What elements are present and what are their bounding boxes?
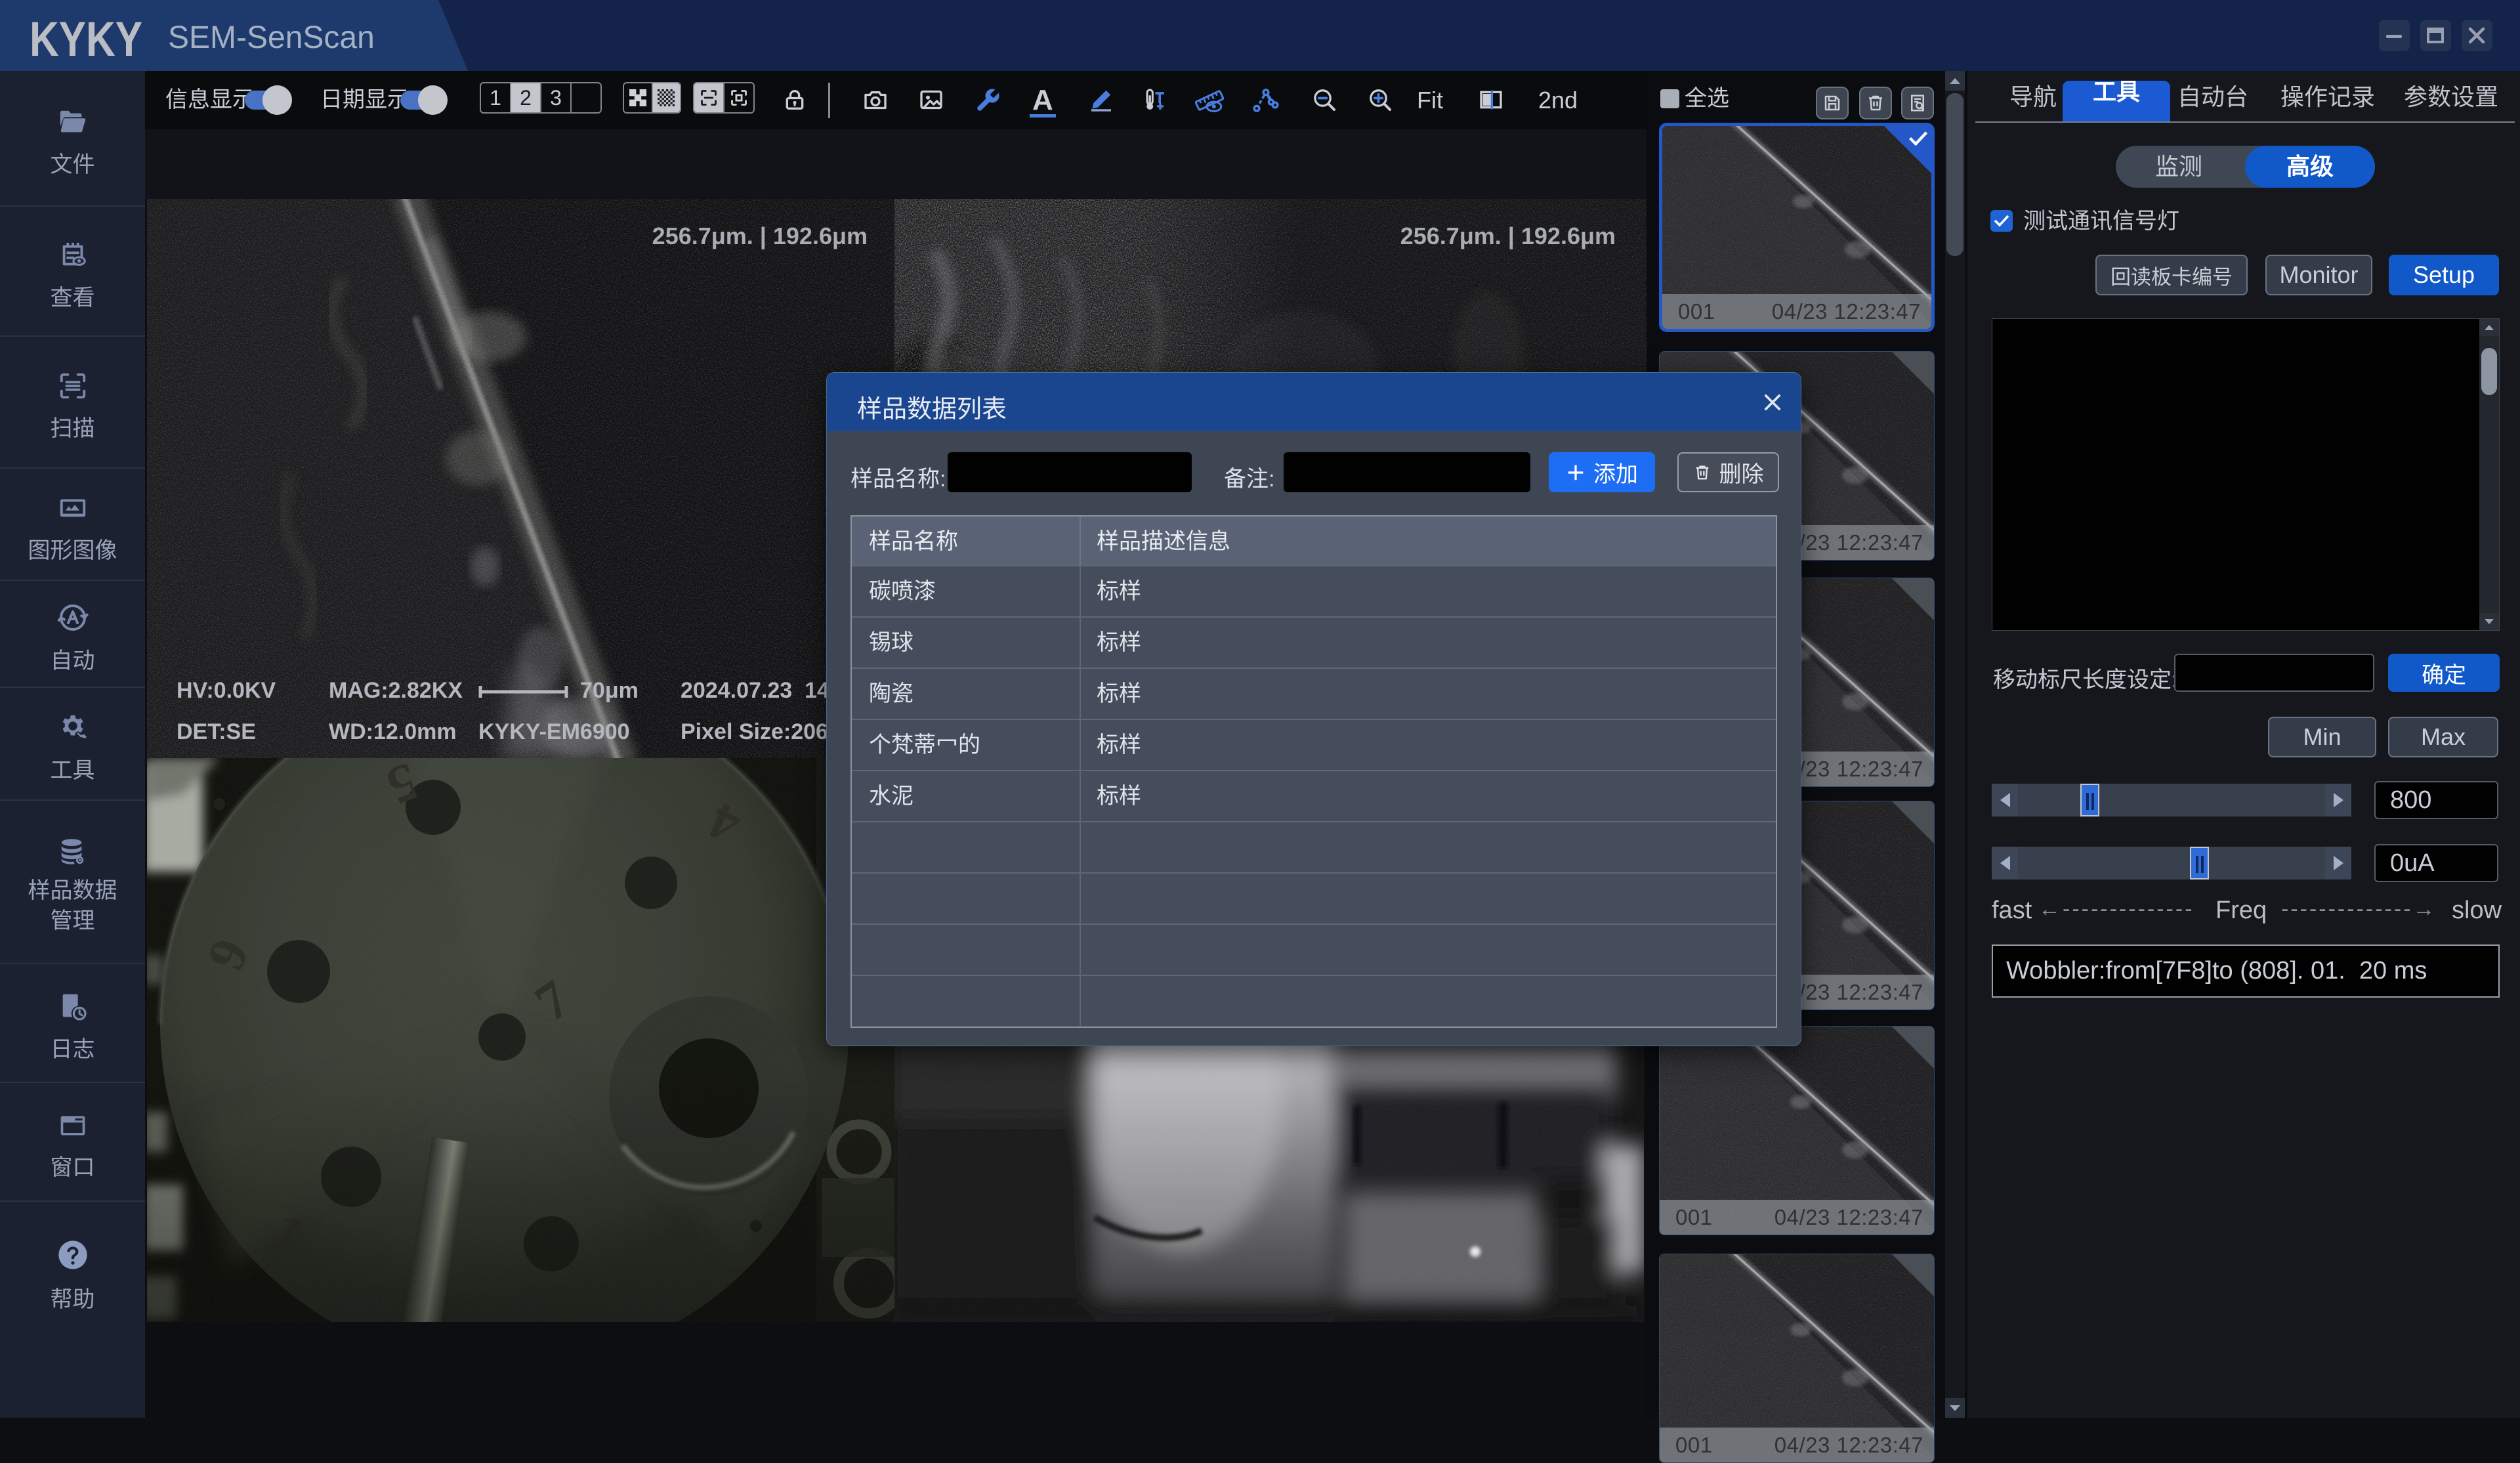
svg-text:KYKY: KYKY — [30, 18, 142, 59]
